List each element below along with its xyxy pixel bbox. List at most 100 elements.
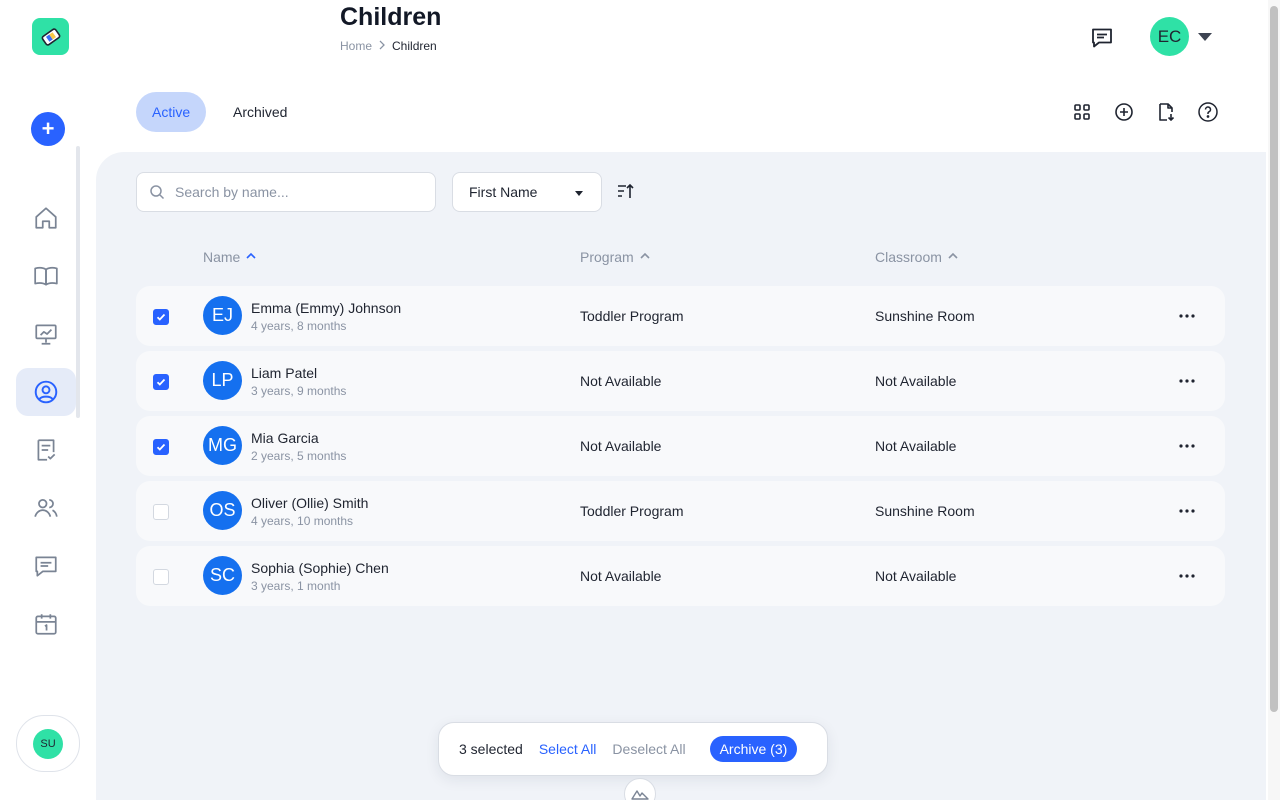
select-all-button[interactable]: Select All (539, 741, 597, 757)
child-name[interactable]: Mia Garcia (251, 430, 319, 446)
page-scrollbar[interactable] (1268, 0, 1280, 800)
row-checkbox[interactable] (153, 504, 169, 520)
child-age: 3 years, 9 months (251, 384, 347, 398)
archive-button[interactable]: Archive (3) (709, 736, 798, 762)
grid-view-button[interactable] (1070, 100, 1094, 124)
more-horizontal-icon (1179, 509, 1195, 513)
search-icon (150, 185, 165, 200)
sidebar-item-children[interactable] (16, 368, 76, 416)
breadcrumb: Home Children (340, 39, 437, 53)
caret-down-icon[interactable] (1198, 33, 1212, 41)
child-avatar: SC (203, 556, 242, 595)
app-logo-icon[interactable] (32, 18, 69, 55)
row-more-button[interactable] (1176, 435, 1198, 457)
child-age: 4 years, 8 months (251, 319, 347, 333)
sort-field-value: First Name (469, 184, 538, 200)
child-program: Not Available (580, 438, 662, 454)
deselect-all-button[interactable]: Deselect All (612, 741, 685, 757)
chat-icon (1092, 28, 1112, 48)
tab-active[interactable]: Active (136, 92, 207, 132)
table-row[interactable]: EJ Emma (Emmy) Johnson 4 years, 8 months… (136, 286, 1225, 346)
sidebar-item-calendar[interactable] (16, 600, 76, 648)
row-more-button[interactable] (1176, 370, 1198, 392)
calendar-icon (35, 614, 57, 635)
sort-field-select[interactable]: First Name (452, 172, 602, 212)
sidebar-item-staff[interactable] (16, 484, 76, 532)
child-program: Toddler Program (580, 308, 684, 324)
search-box[interactable] (136, 172, 436, 212)
column-header-classroom[interactable]: Classroom (875, 249, 958, 265)
check-icon (156, 313, 166, 321)
book-icon (34, 266, 58, 286)
breadcrumb-home-link[interactable]: Home (340, 39, 372, 53)
sort-arrow-up-icon (246, 252, 256, 263)
sort-ascending-icon (618, 183, 634, 198)
row-checkbox[interactable] (153, 439, 169, 455)
selection-action-bar: 3 selected Select All Deselect All Archi… (438, 722, 828, 776)
children-panel (96, 152, 1266, 800)
page-scrollbar-thumb[interactable] (1270, 6, 1278, 712)
sort-arrow-up-icon (948, 252, 958, 263)
more-horizontal-icon (1179, 444, 1195, 448)
child-avatar: OS (203, 491, 242, 530)
sidebar-item-home[interactable] (16, 194, 76, 242)
messages-button[interactable] (1088, 24, 1116, 52)
row-more-button[interactable] (1176, 565, 1198, 587)
sort-arrow-up-icon (640, 252, 650, 263)
child-name[interactable]: Sophia (Sophie) Chen (251, 560, 389, 576)
mountain-logo-icon (631, 790, 649, 800)
import-file-button[interactable] (1154, 100, 1178, 124)
home-icon (35, 207, 57, 229)
sidebar-user-avatar: SU (33, 728, 63, 759)
sidebar-item-messages[interactable] (16, 542, 76, 590)
row-checkbox[interactable] (153, 569, 169, 585)
selected-count: 3 selected (459, 741, 523, 757)
child-classroom: Not Available (875, 373, 957, 389)
sidebar-item-reports[interactable] (16, 310, 76, 358)
sidebar-scrollbar[interactable] (76, 146, 80, 418)
child-name[interactable]: Oliver (Ollie) Smith (251, 495, 368, 511)
sort-direction-button[interactable] (616, 182, 636, 202)
sidebar-item-checklists[interactable] (16, 426, 76, 474)
child-avatar: EJ (203, 296, 242, 335)
page-title: Children (340, 3, 442, 31)
check-icon (156, 443, 166, 451)
column-header-program[interactable]: Program (580, 249, 650, 265)
child-name[interactable]: Liam Patel (251, 365, 317, 381)
check-icon (156, 378, 166, 386)
child-program: Not Available (580, 568, 662, 584)
help-button[interactable] (1196, 100, 1220, 124)
row-more-button[interactable] (1176, 500, 1198, 522)
breadcrumb-current: Children (392, 39, 437, 53)
sidebar: + SU (0, 0, 96, 800)
child-age: 4 years, 10 months (251, 514, 354, 528)
users-icon (34, 499, 58, 517)
column-header-name[interactable]: Name (203, 249, 256, 265)
child-program: Toddler Program (580, 503, 684, 519)
table-row[interactable]: MG Mia Garcia 2 years, 5 months Not Avai… (136, 416, 1225, 476)
row-checkbox[interactable] (153, 374, 169, 390)
user-avatar[interactable]: EC (1150, 17, 1189, 56)
sidebar-item-learning[interactable] (16, 252, 76, 300)
add-child-button[interactable] (1112, 100, 1136, 124)
grid-view-icon (1074, 104, 1090, 120)
plus-icon: + (41, 116, 55, 141)
row-checkbox[interactable] (153, 309, 169, 325)
row-more-button[interactable] (1176, 305, 1198, 327)
message-icon (35, 556, 57, 577)
child-classroom: Not Available (875, 438, 957, 454)
import-file-icon (1159, 103, 1175, 121)
add-circle-icon (1115, 103, 1133, 121)
child-avatar: MG (203, 426, 242, 465)
tab-archived[interactable]: Archived (217, 92, 303, 132)
add-new-button[interactable]: + (31, 112, 65, 146)
table-row[interactable]: OS Oliver (Ollie) Smith 4 years, 10 mont… (136, 481, 1225, 541)
search-input[interactable] (175, 184, 415, 200)
table-row[interactable]: LP Liam Patel 3 years, 9 months Not Avai… (136, 351, 1225, 411)
child-age: 3 years, 1 month (251, 579, 341, 593)
child-program: Not Available (580, 373, 662, 389)
sidebar-user-chip[interactable]: SU (16, 715, 80, 772)
table-row[interactable]: SC Sophia (Sophie) Chen 3 years, 1 month… (136, 546, 1225, 606)
child-name[interactable]: Emma (Emmy) Johnson (251, 300, 401, 316)
child-classroom: Sunshine Room (875, 503, 975, 519)
